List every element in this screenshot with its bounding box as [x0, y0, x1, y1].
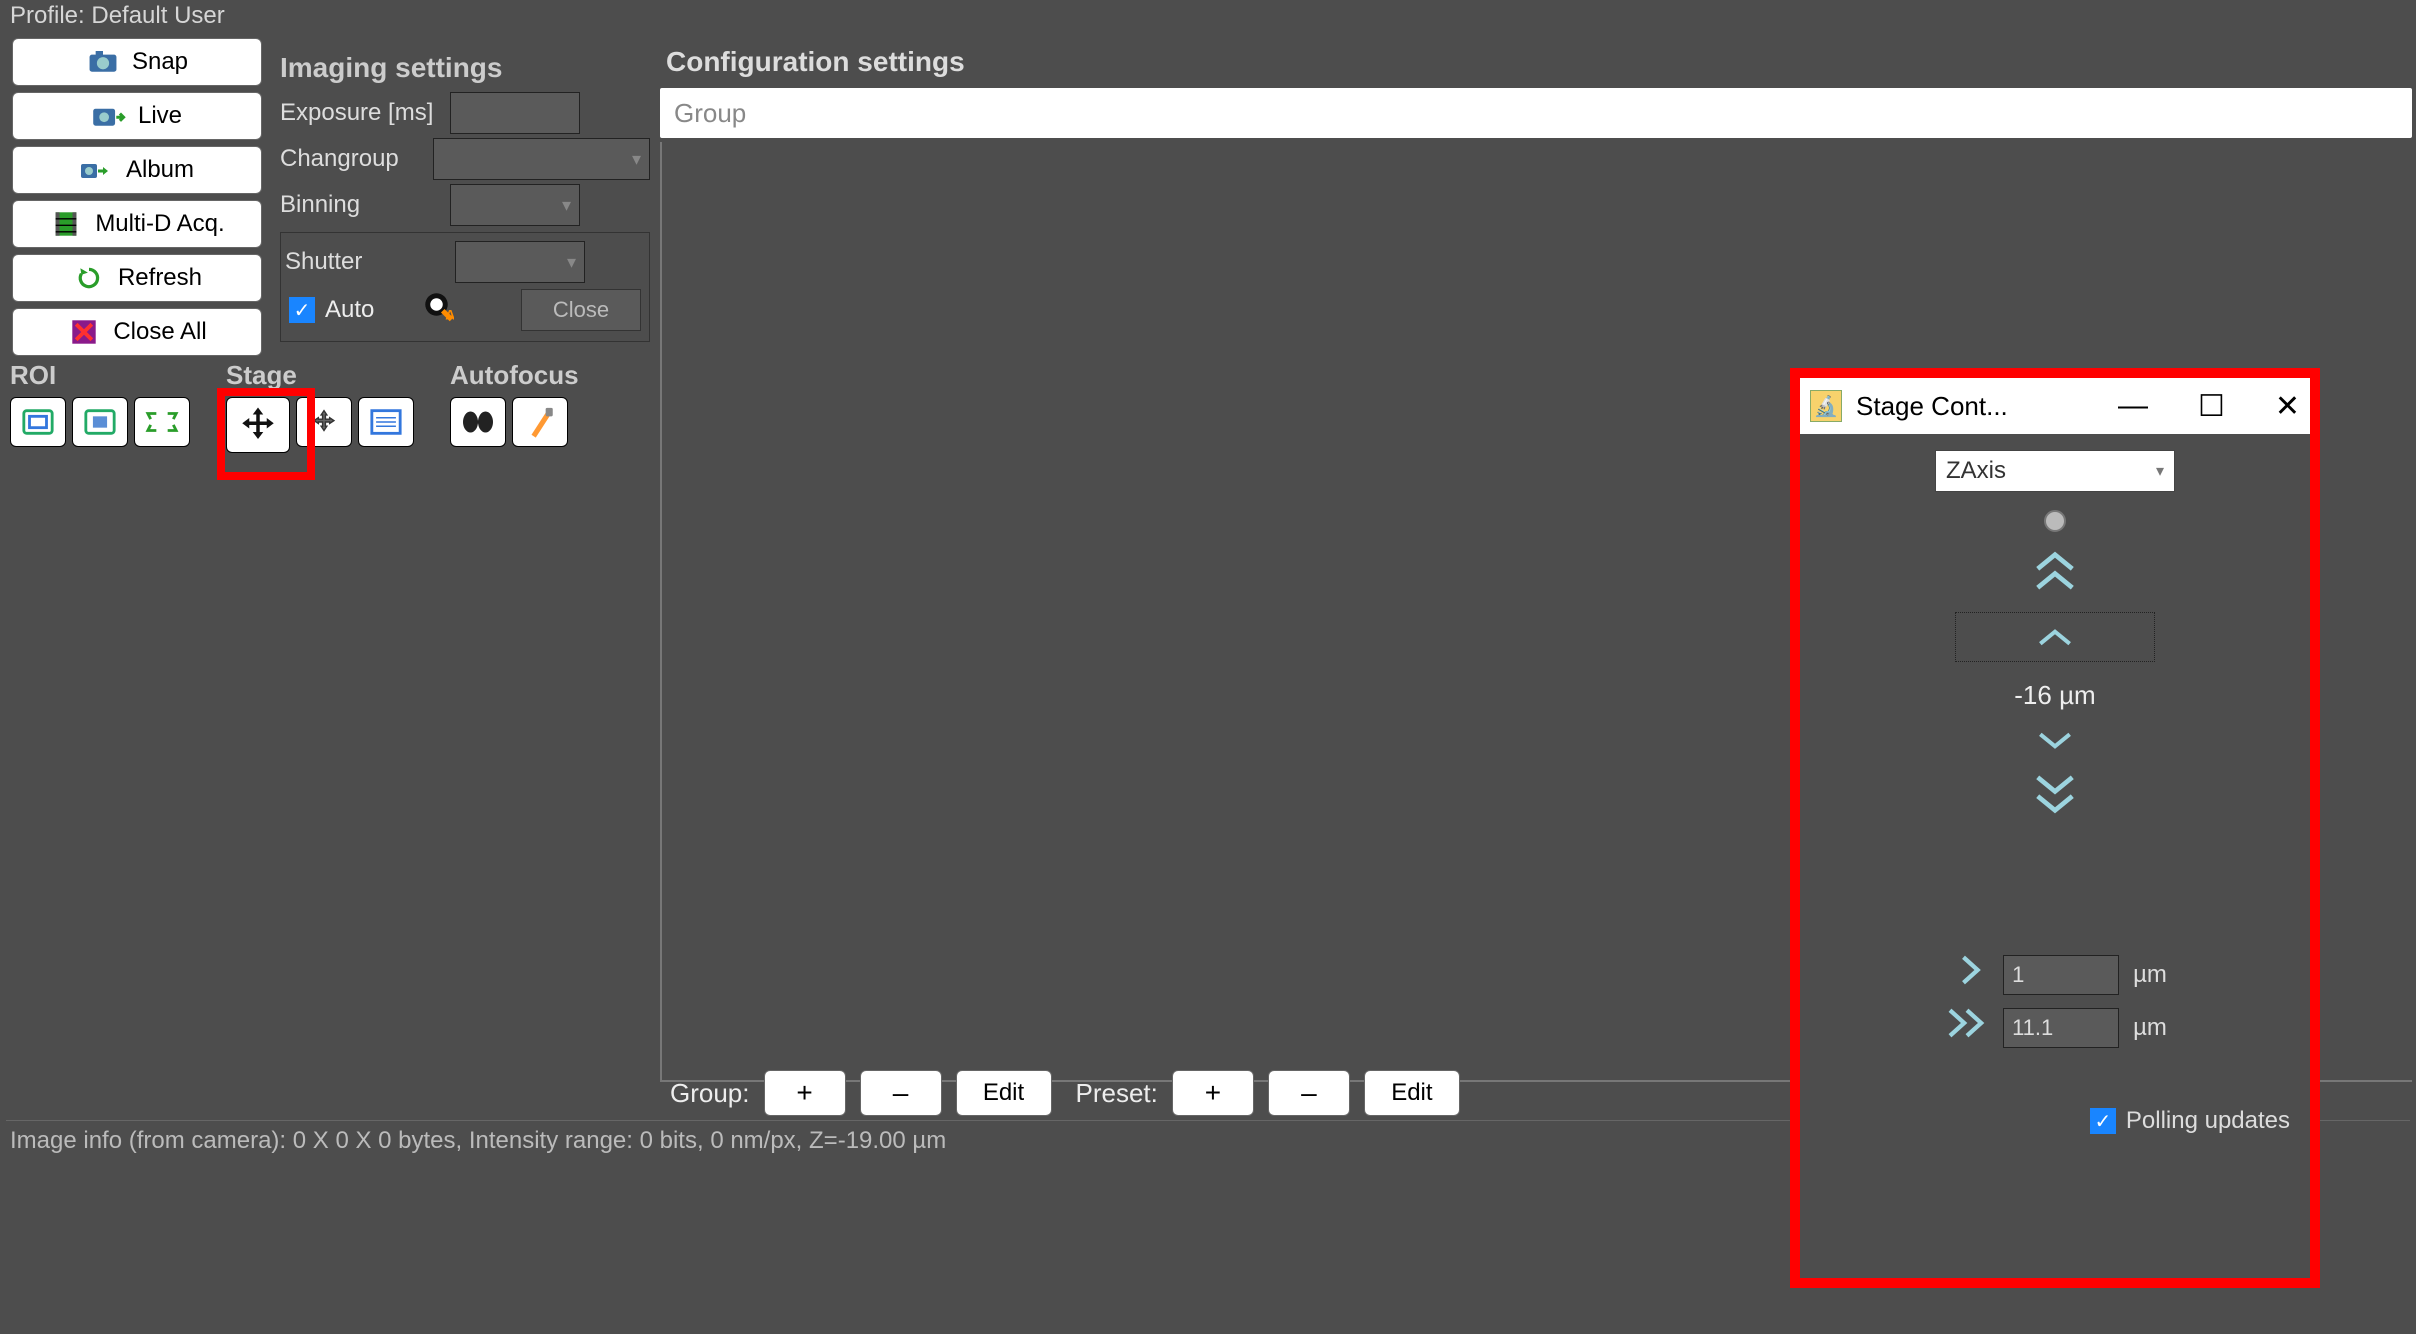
stage-move-button[interactable] [226, 397, 290, 453]
album-label: Album [126, 156, 194, 184]
large-step-input[interactable] [2003, 1008, 2119, 1048]
roi-full-button[interactable] [134, 397, 190, 447]
autofocus-title: Autofocus [450, 360, 579, 391]
shutter-label: Shutter [285, 248, 455, 276]
camera-arrow-icon [92, 102, 126, 130]
preset-remove-button[interactable]: – [1268, 1070, 1350, 1116]
close-all-button[interactable]: Close All [12, 308, 262, 356]
stage-section: Stage [226, 360, 414, 453]
unit-label: µm [2133, 961, 2167, 989]
roi-title: ROI [10, 360, 190, 391]
shutter-icon: A [424, 292, 454, 329]
group-edit-button[interactable]: Edit [956, 1070, 1052, 1116]
profile-label: Profile: Default User [0, 0, 2416, 32]
exposure-input[interactable] [450, 92, 580, 134]
autofocus-section: Autofocus [450, 360, 579, 447]
configuration-title: Configuration settings [660, 44, 2412, 80]
jog-center-icon [2044, 510, 2066, 532]
action-button-column: Snap Live Album Multi-D Acq. Refresh [0, 32, 274, 362]
axis-selected: ZAxis [1946, 457, 2006, 485]
binning-dropdown[interactable]: ▾ [450, 184, 580, 226]
auto-label: Auto [325, 296, 374, 324]
preset-add-button[interactable]: + [1172, 1070, 1254, 1116]
shutter-dropdown[interactable]: ▾ [455, 241, 585, 283]
double-chevron-icon [1943, 1006, 1989, 1049]
polling-label: Polling updates [2126, 1107, 2290, 1135]
chevron-down-icon: ▾ [2156, 461, 2164, 481]
snap-button[interactable]: Snap [12, 38, 262, 86]
microscope-icon: 🔬 [1810, 390, 1842, 422]
small-step-input[interactable] [2003, 955, 2119, 995]
shutter-close-button[interactable]: Close [521, 289, 641, 331]
close-all-label: Close All [113, 318, 206, 346]
svg-text:A: A [446, 307, 455, 322]
dialog-title: Stage Cont... [1856, 391, 2008, 422]
preset-edit-button[interactable]: Edit [1364, 1070, 1460, 1116]
changroup-label: Changroup [280, 145, 433, 173]
group-input[interactable]: Group [660, 88, 2412, 138]
live-button[interactable]: Live [12, 92, 262, 140]
imaging-settings-panel: Imaging settings Exposure [ms] Changroup… [280, 52, 650, 342]
z-up-small-button[interactable] [1955, 612, 2155, 662]
autofocus-run-button[interactable] [450, 397, 506, 447]
unit-label: µm [2133, 1014, 2167, 1042]
close-all-icon [67, 318, 101, 346]
dialog-titlebar[interactable]: 🔬 Stage Cont... — ☐ ✕ [1800, 378, 2310, 434]
roi-section: ROI [10, 360, 190, 447]
minimize-button[interactable]: — [2118, 389, 2148, 424]
refresh-label: Refresh [118, 264, 202, 292]
snap-label: Snap [132, 48, 188, 76]
groups-toolbar: Group: + – Edit Preset: + – Edit [670, 1070, 1460, 1116]
live-label: Live [138, 102, 182, 130]
axis-dropdown[interactable]: ZAxis ▾ [1935, 450, 2175, 492]
chevron-down-icon: ▾ [632, 149, 641, 170]
polling-checkbox[interactable]: ✓ [2090, 1108, 2116, 1134]
binning-label: Binning [280, 191, 450, 219]
group-label: Group: [670, 1078, 750, 1109]
z-down-small-button[interactable] [2035, 729, 2075, 753]
chevron-down-icon: ▾ [562, 195, 571, 216]
stage-position-button[interactable] [296, 397, 352, 447]
maximize-button[interactable]: ☐ [2198, 389, 2225, 424]
z-position-value: -16 µm [2014, 680, 2095, 711]
autofocus-config-button[interactable] [512, 397, 568, 447]
group-add-button[interactable]: + [764, 1070, 846, 1116]
stage-control-dialog: 🔬 Stage Cont... — ☐ ✕ ZAxis ▾ -16 µm [1790, 368, 2320, 1288]
multi-d-label: Multi-D Acq. [95, 210, 224, 238]
group-remove-button[interactable]: – [860, 1070, 942, 1116]
stage-list-button[interactable] [358, 397, 414, 447]
roi-select-button[interactable] [10, 397, 66, 447]
z-down-large-button[interactable] [2030, 771, 2080, 815]
imaging-title: Imaging settings [280, 52, 650, 84]
camera-icon [86, 48, 120, 76]
stage-title: Stage [226, 360, 414, 391]
chevron-down-icon: ▾ [567, 252, 576, 273]
z-up-large-button[interactable] [2030, 550, 2080, 594]
exposure-label: Exposure [ms] [280, 99, 450, 127]
auto-checkbox[interactable]: ✓ [289, 297, 315, 323]
roi-crop-button[interactable] [72, 397, 128, 447]
changroup-dropdown[interactable]: ▾ [433, 138, 650, 180]
camera-send-icon [80, 156, 114, 184]
preset-label: Preset: [1076, 1078, 1158, 1109]
multi-d-acq-button[interactable]: Multi-D Acq. [12, 200, 262, 248]
refresh-button[interactable]: Refresh [12, 254, 262, 302]
single-chevron-icon [1943, 953, 1989, 996]
album-button[interactable]: Album [12, 146, 262, 194]
refresh-icon [72, 264, 106, 292]
film-strip-icon [49, 210, 83, 238]
close-button[interactable]: ✕ [2275, 389, 2300, 424]
